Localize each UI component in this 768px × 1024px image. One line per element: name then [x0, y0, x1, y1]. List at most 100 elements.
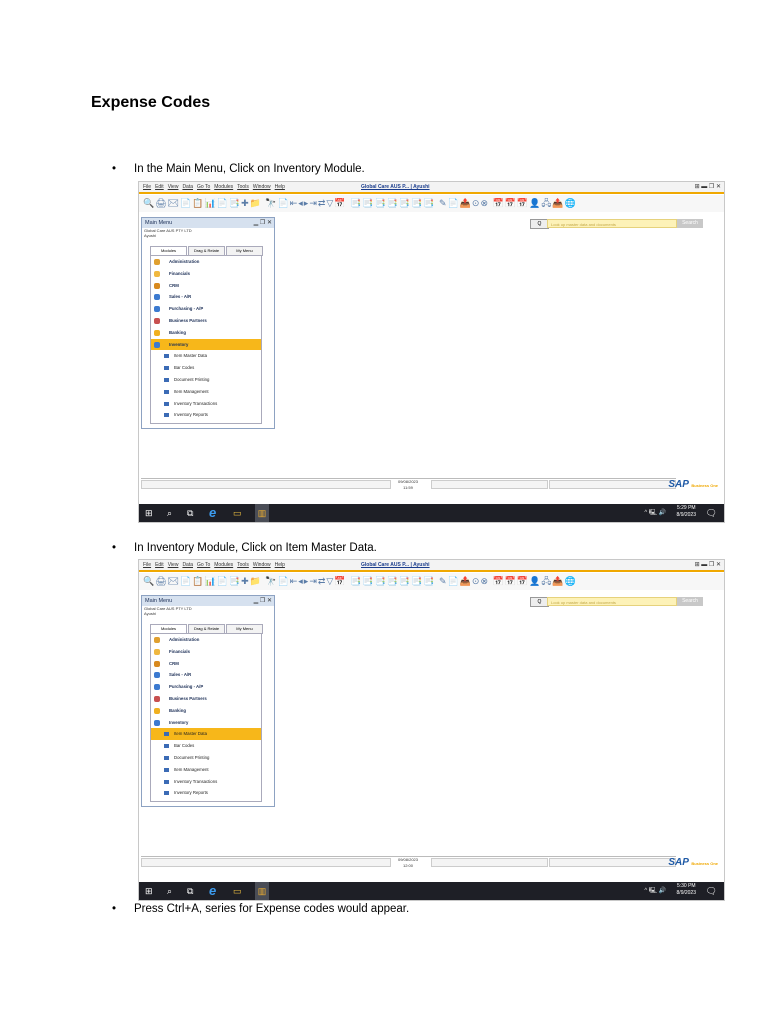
screenshot-inventory-module: File Edit View Data Go To Modules Tools Window H…: [138, 181, 725, 523]
submenu-document-printing[interactable]: Document Printing: [151, 752, 261, 764]
menu-view[interactable]: View: [168, 182, 179, 192]
app-toolbar[interactable]: 🔍🖨✉📄📋📊📄📑✚📁 🔭📄⇤◂▸⇥⇄▽📅 📑📑📑📑📑📑📑 ✎📄📤⊙⊗ 📅📅📅👤🖧…: [139, 195, 724, 212]
submenu-item-management[interactable]: Item Management: [151, 386, 261, 398]
module-administration[interactable]: Administration: [151, 256, 261, 268]
menu-view[interactable]: View: [168, 560, 179, 570]
start-icon[interactable]: ⊞: [145, 882, 153, 900]
module-inventory[interactable]: Inventory: [151, 717, 261, 729]
module-purchasing-a-p[interactable]: Purchasing - A/P: [151, 303, 261, 315]
task-view-icon[interactable]: ⧉: [187, 882, 193, 900]
module-crm[interactable]: CRM: [151, 658, 261, 670]
file-explorer-icon[interactable]: ▭: [233, 882, 242, 900]
module-label: CRM: [169, 660, 179, 666]
submenu-document-printing[interactable]: Document Printing: [151, 374, 261, 386]
submenu-inventory-transactions[interactable]: Inventory Transactions: [151, 776, 261, 788]
search-input[interactable]: Look up master data and documents: [547, 597, 677, 606]
menu-tools[interactable]: Tools: [237, 560, 249, 570]
form-icon: [164, 744, 169, 749]
menu-go-to[interactable]: Go To: [197, 182, 210, 192]
menu-window[interactable]: Window: [253, 560, 271, 570]
system-tray-icons[interactable]: ^ 🖳 🔊: [644, 882, 666, 900]
module-label: Financials: [169, 648, 191, 654]
submenu-item-management[interactable]: Item Management: [151, 764, 261, 776]
clock[interactable]: 5:29 PM 8/9/2023: [677, 505, 696, 519]
menu-tools[interactable]: Tools: [237, 182, 249, 192]
edge-browser-icon[interactable]: e: [209, 882, 216, 900]
module-label: Purchasing - A/P: [169, 684, 204, 690]
sap-taskbar-icon[interactable]: ▥: [255, 504, 269, 522]
module-inventory[interactable]: Inventory: [151, 338, 261, 351]
module-sales-a-r[interactable]: Sales - A/R: [151, 669, 261, 681]
submenu-item-master-data[interactable]: Item Master Data: [151, 350, 261, 362]
financials-icon: [154, 648, 160, 655]
submenu-inventory-reports[interactable]: Inventory Reports: [151, 787, 261, 799]
form-icon: [164, 354, 169, 359]
submenu-item-master-data[interactable]: Item Master Data: [151, 728, 261, 741]
app-menubar: File Edit View Data Go To Modules Tools Window H…: [139, 182, 724, 194]
bullet-dot: •: [112, 542, 117, 554]
notification-icon[interactable]: 🗨: [706, 882, 717, 900]
search-taskbar-icon[interactable]: ⌕: [167, 504, 172, 522]
sap-logo: SAP Business One: [668, 857, 718, 868]
search-taskbar-icon[interactable]: ⌕: [167, 882, 172, 900]
search-button[interactable]: Search: [677, 219, 703, 228]
financials-icon: [154, 270, 160, 277]
user-name: Ayushi: [144, 233, 156, 238]
module-financials[interactable]: Financials: [151, 268, 261, 280]
app-toolbar[interactable]: 🔍🖨✉📄📋📊📄📑✚📁 🔭📄⇤◂▸⇥⇄▽📅 📑📑📑📑📑📑📑 ✎📄📤⊙⊗ 📅📅📅👤🖧…: [139, 573, 724, 590]
module-label: Business Partners: [169, 695, 207, 701]
menu-file[interactable]: File: [143, 560, 151, 570]
module-list-scrollbar[interactable]: ▲ ▼: [261, 256, 262, 422]
edge-browser-icon[interactable]: e: [209, 504, 216, 522]
window-controls[interactable]: ⊞ ▬ ❐ ✕: [695, 183, 721, 191]
window-controls[interactable]: ⊞ ▬ ❐ ✕: [695, 561, 721, 569]
clock[interactable]: 5:30 PM 8/9/2023: [677, 883, 696, 897]
menu-data[interactable]: Data: [182, 560, 193, 570]
menu-edit[interactable]: Edit: [155, 560, 164, 570]
menu-window[interactable]: Window: [253, 182, 271, 192]
module-list-scrollbar[interactable]: ▲ ▼: [261, 634, 262, 800]
purchasing-a-p-icon: [154, 684, 160, 691]
menu-help[interactable]: Help: [275, 560, 285, 570]
system-tray-icons[interactable]: ^ 🖳 🔊: [644, 504, 666, 522]
submenu-label: Bar Codes: [174, 365, 195, 371]
menu-modules[interactable]: Modules: [214, 560, 233, 570]
module-banking[interactable]: Banking: [151, 705, 261, 717]
module-list: Administration Financials CRM Sales - A/R Pu…: [150, 255, 262, 424]
module-sales-a-r[interactable]: Sales - A/R: [151, 291, 261, 303]
menu-file[interactable]: File: [143, 182, 151, 192]
main-menu-controls[interactable]: ▁ ❐ ✕: [254, 597, 272, 605]
screenshot-item-master-data: File Edit View Data Go To Modules Tools Window H…: [138, 559, 725, 901]
module-financials[interactable]: Financials: [151, 646, 261, 658]
module-purchasing-a-p[interactable]: Purchasing - A/P: [151, 681, 261, 693]
submenu-inventory-reports[interactable]: Inventory Reports: [151, 409, 261, 421]
search-input[interactable]: Look up master data and documents: [547, 219, 677, 228]
main-menu-controls[interactable]: ▁ ❐ ✕: [254, 219, 272, 227]
clock-time: 5:29 PM: [676, 505, 696, 511]
administration-icon: [154, 637, 160, 643]
form-icon: [164, 779, 169, 784]
module-label: Inventory: [169, 341, 189, 347]
submenu-bar-codes[interactable]: Bar Codes: [151, 362, 261, 374]
module-crm[interactable]: CRM: [151, 280, 261, 292]
menu-data[interactable]: Data: [182, 182, 193, 192]
menu-help[interactable]: Help: [275, 182, 285, 192]
submenu-label: Item Management: [174, 388, 209, 394]
submenu-bar-codes[interactable]: Bar Codes: [151, 740, 261, 752]
notification-icon[interactable]: 🗨: [706, 504, 717, 522]
form-icon: [164, 413, 169, 418]
menu-edit[interactable]: Edit: [155, 182, 164, 192]
module-business-partners[interactable]: Business Partners: [151, 315, 261, 327]
search-button[interactable]: Search: [677, 597, 703, 606]
form-icon: [164, 755, 169, 760]
submenu-inventory-transactions[interactable]: Inventory Transactions: [151, 398, 261, 410]
module-banking[interactable]: Banking: [151, 327, 261, 339]
task-view-icon[interactable]: ⧉: [187, 504, 193, 522]
sap-taskbar-icon[interactable]: ▥: [255, 882, 269, 900]
start-icon[interactable]: ⊞: [145, 504, 153, 522]
menu-modules[interactable]: Modules: [214, 182, 233, 192]
module-business-partners[interactable]: Business Partners: [151, 693, 261, 705]
file-explorer-icon[interactable]: ▭: [233, 504, 242, 522]
menu-go-to[interactable]: Go To: [197, 560, 210, 570]
module-administration[interactable]: Administration: [151, 634, 261, 646]
